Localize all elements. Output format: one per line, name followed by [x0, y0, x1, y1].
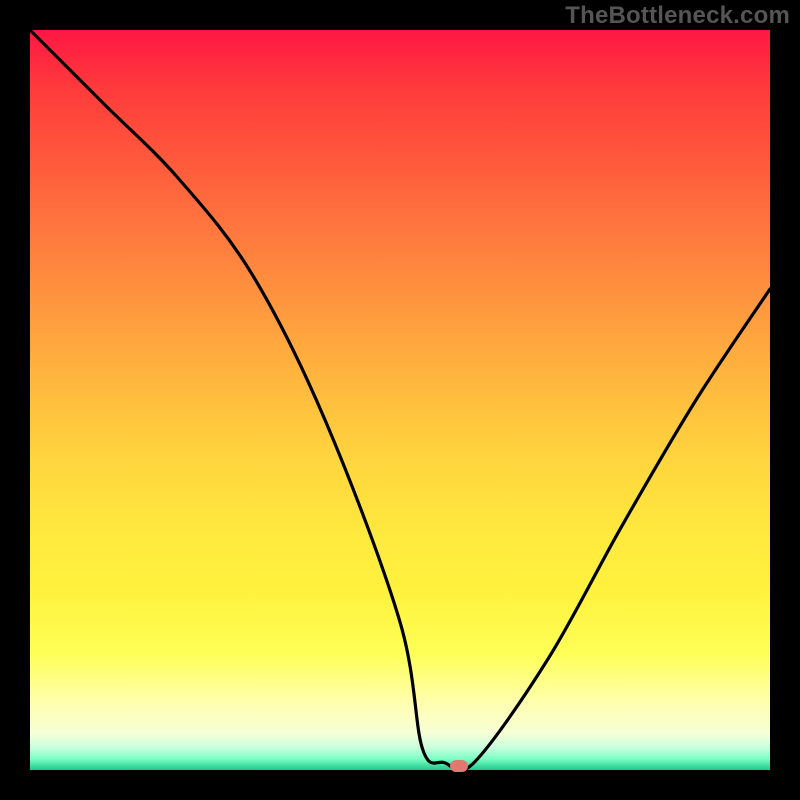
curve-path — [30, 30, 770, 770]
plot-area — [30, 30, 770, 770]
watermark-text: TheBottleneck.com — [565, 2, 790, 30]
chart-frame: TheBottleneck.com — [0, 0, 800, 800]
bottleneck-curve — [30, 30, 770, 770]
bottleneck-marker — [450, 760, 468, 772]
